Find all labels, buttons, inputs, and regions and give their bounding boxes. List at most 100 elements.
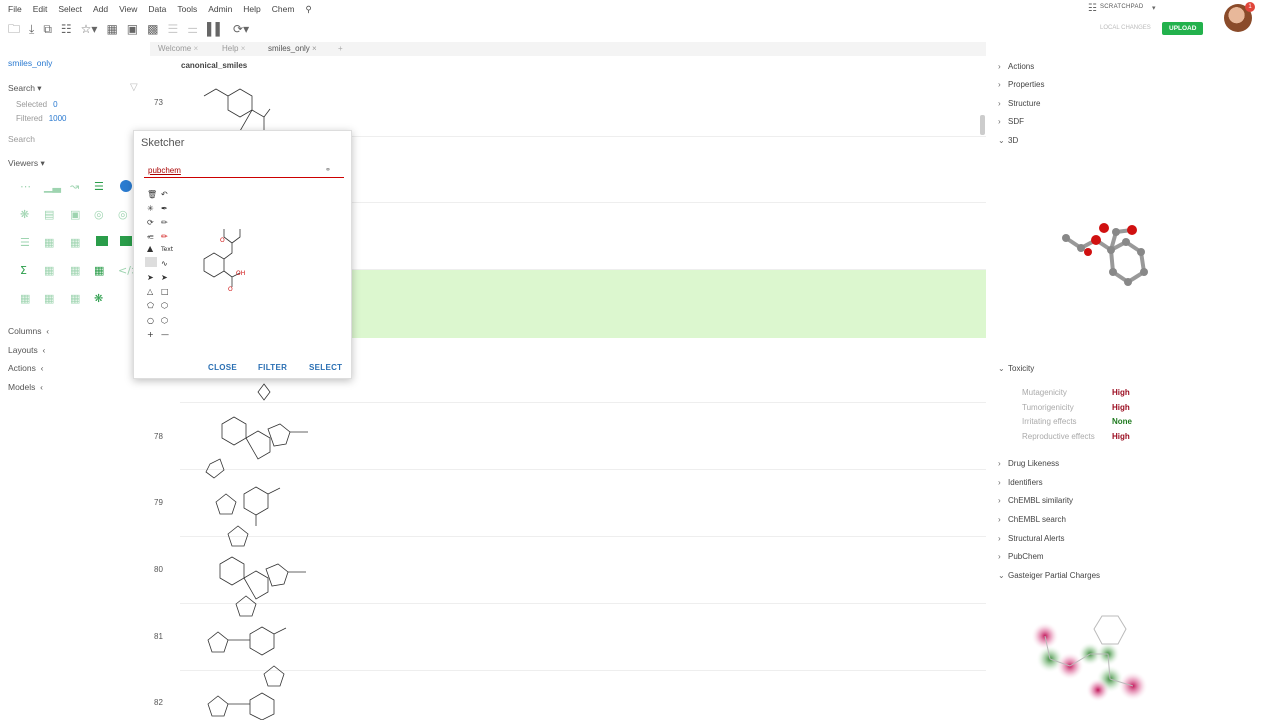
- menu-chem[interactable]: Chem: [272, 4, 295, 14]
- refresh-icon[interactable]: ⟳▾: [233, 23, 249, 35]
- selected-value[interactable]: 0: [53, 100, 57, 109]
- chain-icon: ⥺: [147, 232, 154, 241]
- viewers-section[interactable]: Viewers ▾: [8, 158, 45, 169]
- menu-view[interactable]: View: [119, 4, 137, 14]
- open-icon[interactable]: 🗀: [8, 23, 20, 35]
- table-viewer-icon: ▦: [44, 236, 54, 249]
- filter-button[interactable]: FILTER: [258, 363, 287, 372]
- oxygen-label: O: [228, 286, 233, 293]
- pen-icon: ✏: [161, 218, 168, 227]
- atom-icon: ▲: [147, 244, 154, 253]
- column-header[interactable]: canonical_smiles: [181, 61, 247, 70]
- close-icon[interactable]: ×: [241, 44, 246, 53]
- apps-grid-icon[interactable]: ☷: [1088, 3, 1097, 14]
- chevron-down-icon: ⌄: [998, 571, 1005, 580]
- tab-help[interactable]: Help ×: [222, 44, 245, 53]
- tree-icon[interactable]: ☷: [61, 23, 72, 35]
- layouts-section[interactable]: Layouts ‹: [8, 345, 45, 355]
- local-changes-label: LOCAL CHANGES: [1100, 25, 1151, 31]
- link-icon[interactable]: ⚭: [325, 166, 331, 174]
- section-sdf[interactable]: › SDF: [998, 117, 1024, 126]
- chevron-right-icon: ›: [998, 534, 1001, 543]
- viewers-icons-grid[interactable]: ⋯ ▁▃ ↝ ☰ ❋ ▤ ▣ ◎ ◎ ☰ ▦ ▦ Σ ▦ ▦ ▦ </> ▦ ▦…: [18, 178, 136, 308]
- tab-welcome[interactable]: Welcome ×: [158, 44, 198, 53]
- menu-file[interactable]: File: [8, 4, 22, 14]
- columns-section[interactable]: Columns ‹: [8, 326, 49, 336]
- star-icon[interactable]: ☆▾: [81, 23, 98, 35]
- columns-icon[interactable]: ▌▌: [207, 23, 224, 35]
- table-name-link[interactable]: smiles_only: [8, 58, 52, 68]
- download-icon[interactable]: ⤓: [29, 23, 34, 35]
- line-chart-icon: ↝: [70, 180, 79, 193]
- section-pubchem[interactable]: › PubChem: [998, 552, 1044, 561]
- section-properties[interactable]: › Properties: [998, 80, 1044, 89]
- plus-icon: +: [147, 330, 154, 339]
- chevron-down-icon: ⌄: [998, 136, 1005, 145]
- section-3d[interactable]: ⌄ 3D: [998, 136, 1018, 145]
- menu-admin[interactable]: Admin: [208, 4, 232, 14]
- pc-plot-icon: ◎: [94, 208, 104, 221]
- select-button[interactable]: SELECT: [309, 363, 342, 372]
- molecule-row-79: [215, 486, 281, 547]
- menu-tools[interactable]: Tools: [177, 4, 197, 14]
- row-number: 80: [154, 565, 163, 574]
- align-icon[interactable]: ☰: [167, 23, 178, 35]
- add-tab-icon[interactable]: +: [338, 44, 343, 53]
- search-input[interactable]: Search: [8, 134, 35, 144]
- row-number: 82: [154, 698, 163, 707]
- menu-data[interactable]: Data: [148, 4, 166, 14]
- scratchpad-selector[interactable]: SCRATCHPAD: [1100, 4, 1143, 10]
- triangle-icon: △: [147, 287, 154, 296]
- notification-badge[interactable]: 1: [1245, 2, 1255, 12]
- undo-icon: ↶: [160, 190, 168, 199]
- menu-select[interactable]: Select: [58, 4, 82, 14]
- viewers-label: Viewers: [8, 158, 39, 168]
- grid-scrollbar[interactable]: [980, 115, 985, 135]
- close-icon[interactable]: ×: [193, 44, 198, 53]
- menu-add[interactable]: Add: [93, 4, 108, 14]
- menu-edit[interactable]: Edit: [33, 4, 48, 14]
- box-plot-icon: ▤: [44, 208, 54, 221]
- molecule-search-input[interactable]: pubchem: [144, 164, 344, 178]
- sketch-canvas[interactable]: 🗑 ↶ ✳ ✒ ⟳ ✏ ⥺ ✏ ▲ Text ∿ ➤ ➤ △ □ ⬠ ⬡ ○ ⬡ + — O OH O: [144, 187, 344, 341]
- section-chembl-similarity[interactable]: › ChEMBL similarity: [998, 496, 1073, 505]
- filter-icon[interactable]: ▽: [130, 82, 138, 93]
- section-toxicity[interactable]: ⌄ Toxicity: [998, 364, 1034, 373]
- section-identifiers[interactable]: › Identifiers: [998, 478, 1043, 487]
- filtered-value[interactable]: 1000: [49, 114, 67, 123]
- row-number: 81: [154, 632, 163, 641]
- select-arrow-icon: ➤: [147, 273, 154, 282]
- molecule-3d-viewer[interactable]: [1056, 220, 1166, 300]
- section-gasteiger-charges-label: Gasteiger Partial Charges: [1008, 571, 1101, 580]
- density-icon: ▦: [70, 236, 80, 249]
- section-gasteiger-charges[interactable]: ⌄ Gasteiger Partial Charges: [998, 571, 1100, 580]
- search-icon[interactable]: ⚲: [305, 4, 311, 15]
- models-section[interactable]: Models ‹: [8, 382, 43, 392]
- close-button[interactable]: CLOSE: [208, 363, 237, 372]
- section-structure[interactable]: › Structure: [998, 99, 1040, 108]
- tab-smiles-only[interactable]: smiles_only ×: [268, 44, 317, 53]
- grid-layout-icon[interactable]: ▦: [106, 23, 117, 35]
- tiles-icon[interactable]: ▣: [127, 23, 138, 35]
- filtered-count: Filtered 1000: [16, 114, 66, 123]
- section-structural-alerts[interactable]: › Structural Alerts: [998, 534, 1064, 543]
- list-icon[interactable]: ⚌: [187, 23, 198, 35]
- section-actions[interactable]: › Actions: [998, 62, 1034, 71]
- chevron-right-icon: ›: [998, 80, 1001, 89]
- section-drug-likeness-label: Drug Likeness: [1008, 459, 1060, 468]
- close-icon[interactable]: ×: [312, 44, 317, 53]
- actions-section[interactable]: Actions ‹: [8, 363, 43, 373]
- sketcher-tools-and-molecule[interactable]: 🗑 ↶ ✳ ✒ ⟳ ✏ ⥺ ✏ ▲ Text ∿ ➤ ➤ △ □ ⬠ ⬡ ○ ⬡ + — O OH O: [144, 187, 344, 341]
- section-drug-likeness[interactable]: › Drug Likeness: [998, 459, 1059, 468]
- menu-help[interactable]: Help: [243, 4, 260, 14]
- chevron-down-icon[interactable]: ▾: [1152, 4, 1156, 12]
- copy-icon[interactable]: ⧉: [43, 23, 52, 35]
- section-chembl-search[interactable]: › ChEMBL search: [998, 515, 1066, 524]
- layout-icon[interactable]: ▩: [147, 23, 158, 35]
- section-chembl-search-label: ChEMBL search: [1008, 515, 1066, 524]
- upload-button[interactable]: UPLOAD: [1162, 22, 1204, 35]
- section-structural-alerts-label: Structural Alerts: [1008, 534, 1065, 543]
- toolbar: 🗀 ⤓ ⧉ ☷ ☆▾ ▦ ▣ ▩ ☰ ⚌ ▌▌ ⟳▾: [0, 18, 330, 40]
- shapes-icon: ▦: [70, 292, 80, 305]
- search-section[interactable]: Search ▾: [8, 83, 42, 94]
